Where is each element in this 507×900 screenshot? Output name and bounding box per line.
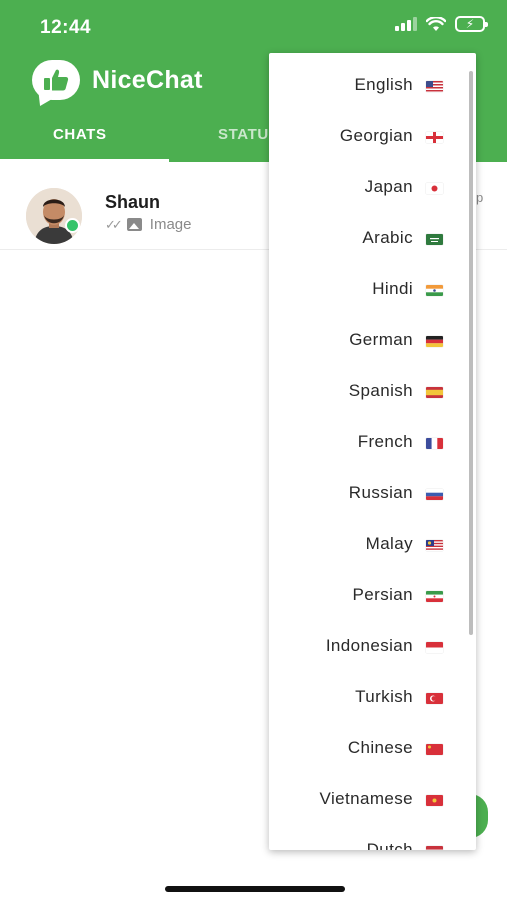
menu-item-turkish[interactable]: Turkish bbox=[269, 676, 476, 716]
menu-item-vietnamese[interactable]: Vietnamese bbox=[269, 778, 476, 818]
menu-item-german[interactable]: German bbox=[269, 319, 476, 359]
app-title: NiceChat bbox=[92, 65, 203, 94]
home-indicator[interactable] bbox=[165, 886, 345, 892]
menu-item-label: Hindi bbox=[372, 279, 413, 298]
menu-item-label: Turkish bbox=[355, 687, 413, 706]
double-check-icon: ✓✓ bbox=[105, 216, 123, 232]
menu-item-label: Indonesian bbox=[325, 636, 413, 655]
menu-item-label: English bbox=[354, 75, 413, 94]
language-dropdown-menu: English Georgian Japan Arabic Hindi Germ… bbox=[269, 53, 476, 850]
menu-item-label: German bbox=[349, 330, 413, 349]
chat-time-fragment: p bbox=[476, 190, 484, 205]
image-icon bbox=[126, 218, 142, 231]
online-status-dot bbox=[65, 218, 80, 233]
menu-item-label: Japan bbox=[364, 177, 413, 196]
menu-item-label: Persian bbox=[352, 585, 413, 604]
iran-flag-icon bbox=[426, 591, 443, 602]
chat-last-message: ✓✓ Image bbox=[105, 216, 192, 233]
menu-item-georgian[interactable]: Georgian bbox=[269, 115, 476, 155]
brand: NiceChat bbox=[32, 60, 203, 100]
menu-item-malay[interactable]: Malay bbox=[269, 523, 476, 563]
status-icons: ⚡ bbox=[395, 16, 488, 32]
menu-item-label: Georgian bbox=[339, 126, 413, 145]
france-flag-icon bbox=[426, 438, 443, 449]
us-flag-icon bbox=[426, 81, 443, 92]
chat-contact-name: Shaun bbox=[105, 192, 161, 212]
georgia-flag-icon bbox=[426, 132, 443, 143]
status-bar: 12:44 ⚡ bbox=[0, 0, 507, 52]
menu-item-chinese[interactable]: Chinese bbox=[269, 727, 476, 767]
china-flag-icon bbox=[426, 744, 443, 755]
turkey-flag-icon bbox=[426, 693, 443, 704]
menu-item-indonesian[interactable]: Indonesian bbox=[269, 625, 476, 665]
menu-item-label: French bbox=[357, 432, 413, 451]
menu-item-arabic[interactable]: Arabic bbox=[269, 217, 476, 257]
battery-charging-icon: ⚡ bbox=[455, 16, 488, 32]
avatar bbox=[26, 188, 82, 244]
chat-preview-text: Image bbox=[149, 216, 192, 233]
menu-item-dutch[interactable]: Dutch bbox=[269, 829, 476, 850]
netherlands-flag-icon bbox=[426, 846, 443, 850]
menu-item-japan[interactable]: Japan bbox=[269, 166, 476, 206]
menu-item-label: Spanish bbox=[348, 381, 413, 400]
menu-item-russian[interactable]: Russian bbox=[269, 472, 476, 512]
indonesia-flag-icon bbox=[426, 642, 443, 653]
germany-flag-icon bbox=[426, 336, 443, 347]
malaysia-flag-icon bbox=[426, 540, 443, 551]
russia-flag-icon bbox=[426, 489, 443, 500]
wifi-icon bbox=[426, 16, 446, 31]
menu-item-label: Vietnamese bbox=[319, 789, 413, 808]
spain-flag-icon bbox=[426, 387, 443, 398]
menu-item-label: Chinese bbox=[347, 738, 413, 757]
japan-flag-icon bbox=[426, 183, 443, 194]
menu-item-label: Malay bbox=[365, 534, 413, 553]
menu-scrollbar[interactable] bbox=[469, 71, 473, 635]
menu-item-french[interactable]: French bbox=[269, 421, 476, 461]
vietnam-flag-icon bbox=[426, 795, 443, 806]
menu-item-label: Russian bbox=[348, 483, 413, 502]
tab-chats[interactable]: CHATS bbox=[53, 126, 107, 143]
india-flag-icon bbox=[426, 285, 443, 296]
status-time: 12:44 bbox=[40, 17, 92, 38]
menu-item-persian[interactable]: Persian bbox=[269, 574, 476, 614]
thumbs-up-logo-icon bbox=[32, 60, 80, 100]
menu-item-label: Arabic bbox=[362, 228, 413, 247]
menu-item-spanish[interactable]: Spanish bbox=[269, 370, 476, 410]
menu-item-label: Dutch bbox=[366, 840, 413, 850]
menu-item-english[interactable]: English bbox=[269, 64, 476, 104]
signal-icon bbox=[395, 17, 417, 31]
menu-item-hindi[interactable]: Hindi bbox=[269, 268, 476, 308]
saudi-flag-icon bbox=[426, 234, 443, 245]
